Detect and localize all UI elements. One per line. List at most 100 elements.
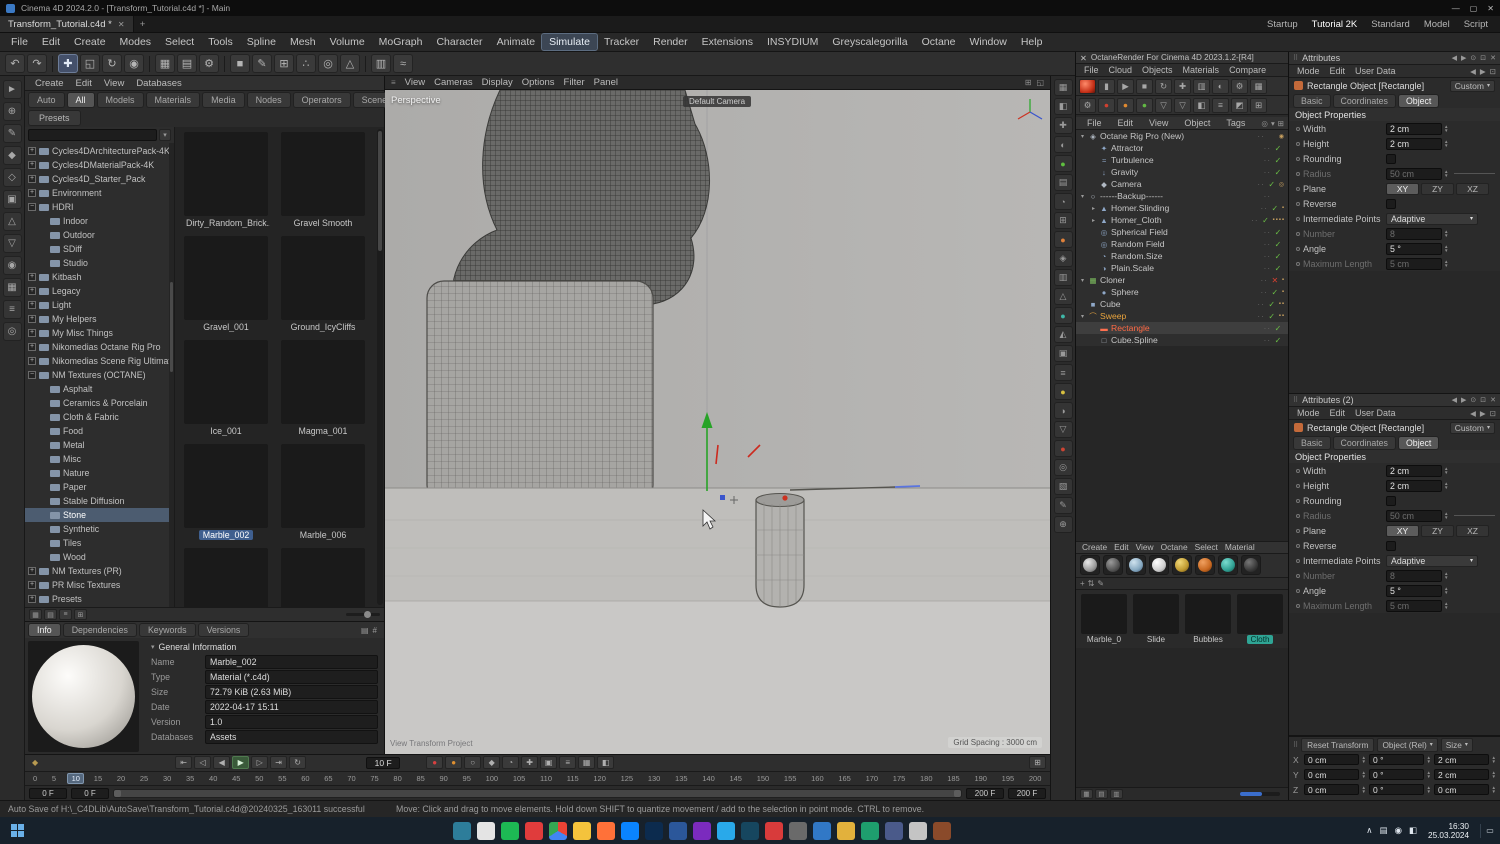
position-field[interactable]: 0 cm (1304, 784, 1359, 795)
object-menu-item[interactable]: File (1080, 116, 1109, 130)
object-expander-icon[interactable]: ▸ (1090, 205, 1097, 212)
visibility-dots[interactable]: ·· (1264, 252, 1271, 261)
side-tool-icon[interactable]: ≡ (1053, 364, 1073, 381)
enabled-check-icon[interactable]: ✓ (1273, 144, 1283, 153)
tree-item[interactable]: + Environment (25, 186, 174, 200)
tree-item[interactable]: + Cycles4DArchitecturePack-4K (25, 144, 174, 158)
info-tab[interactable]: Dependencies (62, 623, 137, 637)
visibility-dots[interactable]: ·· (1264, 240, 1271, 249)
start-button[interactable] (6, 820, 28, 842)
object-name[interactable]: Cloner (1100, 275, 1125, 285)
tree-item[interactable]: Tiles (25, 536, 174, 550)
menu-item[interactable]: Character (429, 34, 489, 50)
octane-menu-item[interactable]: Compare (1225, 64, 1270, 76)
mode-tool-icon[interactable]: △ (2, 212, 22, 231)
coords-size-dropdown[interactable]: Size ▾ (1440, 737, 1473, 752)
scene-material[interactable]: Cloth (1236, 593, 1284, 644)
panel-header-icon[interactable]: ✕ (1490, 54, 1496, 62)
value-field[interactable]: 5 ° (1386, 584, 1442, 597)
octane-tool-icon[interactable]: ● (1136, 97, 1153, 113)
expander-icon[interactable]: + (28, 161, 36, 169)
tree-scrollbar[interactable] (169, 143, 174, 607)
object-name[interactable]: Sweep (1100, 311, 1126, 321)
object-name[interactable]: Octane Rig Pro (New) (1100, 131, 1184, 141)
object-tag-icons[interactable]: ▪ (1282, 277, 1285, 283)
side-tool-icon[interactable]: ● (1053, 383, 1073, 400)
ground-plane[interactable] (385, 487, 1050, 754)
visibility-dots[interactable]: ·· (1264, 156, 1271, 165)
object-name[interactable]: ------Backup------ (1100, 191, 1163, 201)
reset-transform-button[interactable]: Reset Transform (1301, 737, 1375, 752)
octane-tool-icon[interactable]: ◧ (1193, 97, 1210, 113)
layout-tab[interactable]: Standard (1371, 19, 1410, 30)
enabled-check-icon[interactable]: ✓ (1270, 204, 1280, 213)
object-row[interactable]: ▾ ◈ Octane Rig Pro (New) ·· ◉ (1076, 130, 1288, 142)
object-name[interactable]: Random Field (1111, 239, 1165, 249)
octane-tool-icon[interactable]: ▦ (1250, 78, 1267, 94)
stepper-icon[interactable]: ▲ ▼ (1444, 481, 1448, 490)
viewport-menu-item[interactable]: Panel (594, 77, 618, 88)
object-name[interactable]: Cube.Spline (1111, 335, 1158, 345)
menu-item[interactable]: File (4, 34, 35, 50)
material-size-slider[interactable] (1240, 792, 1280, 796)
object-tag-icons[interactable]: ▪ (1282, 289, 1285, 295)
preview-start-field[interactable]: 0 F (71, 787, 109, 799)
object-menu-item[interactable]: View (1142, 116, 1175, 130)
menu-item[interactable]: Volume (323, 34, 372, 50)
info-value[interactable]: Assets (205, 729, 378, 744)
tree-item[interactable]: + Cycles4D_Starter_Pack (25, 172, 174, 186)
maximize-button[interactable]: ▢ (1470, 4, 1478, 13)
object-name[interactable]: Random.Size (1111, 251, 1163, 261)
size-field[interactable]: 2 cm (1434, 754, 1489, 765)
toolbar-icon[interactable]: ▤ (177, 54, 197, 73)
toolbar-icon[interactable]: ↶ (5, 54, 25, 73)
side-tool-icon[interactable]: ▥ (1053, 269, 1073, 286)
toolbar-icon[interactable]: ◉ (124, 54, 144, 73)
attributes-menu-item[interactable]: Edit (1326, 65, 1350, 77)
menu-item[interactable]: Animate (490, 34, 543, 50)
value-field[interactable]: 5 cm (1386, 257, 1442, 270)
material-thumbnail[interactable]: Marble_002 (182, 444, 270, 540)
new-tab-button[interactable]: + (134, 16, 152, 32)
taskbar-app-icon[interactable] (933, 821, 951, 840)
lock-icon[interactable]: ⊡ (1490, 409, 1496, 418)
stepper-icon[interactable]: ▲ ▼ (1444, 511, 1448, 520)
expander-icon[interactable]: + (28, 315, 36, 323)
layout-icon[interactable]: ◱ (1036, 78, 1044, 87)
attribute-tab[interactable]: Basic (1293, 435, 1331, 450)
octane-tool-icon[interactable]: ⚙ (1231, 78, 1248, 94)
octane-tool-icon[interactable]: ▥ (1193, 78, 1210, 94)
tree-item[interactable]: Outdoor (25, 228, 174, 242)
layout-tab[interactable]: Tutorial 2K (1312, 19, 1358, 30)
transport-button[interactable]: ▷ (251, 756, 269, 770)
expander-icon[interactable]: − (28, 371, 36, 379)
toolbar-icon[interactable]: ✎ (252, 54, 272, 73)
menu-item[interactable]: Extensions (695, 34, 760, 50)
stepper-icon[interactable]: ▲ ▼ (1362, 785, 1366, 794)
attributes-menu-item[interactable]: Mode (1293, 65, 1324, 77)
stepper-icon[interactable]: ▲ ▼ (1492, 770, 1496, 779)
object-name[interactable]: Plain.Scale (1111, 263, 1154, 273)
object-name[interactable]: Spherical Field (1111, 227, 1168, 237)
plane-button[interactable]: ZY (1421, 182, 1454, 195)
layout-tab[interactable]: Script (1464, 19, 1488, 30)
taskbar-app-icon[interactable] (693, 821, 711, 840)
taskbar-app-icon[interactable] (525, 821, 543, 840)
toolbar-icon[interactable]: ✚ (58, 54, 78, 73)
info-tab[interactable]: Info (28, 623, 61, 637)
octane-menu-item[interactable]: Materials (1179, 64, 1224, 76)
expander-icon[interactable]: + (28, 329, 36, 337)
view-mode-icon[interactable]: ▤ (1095, 789, 1108, 799)
view-mode-icon[interactable]: ▥ (1110, 789, 1123, 799)
slider-track[interactable] (1454, 173, 1495, 174)
tree-item[interactable]: + Nikomedias Scene Rig Ultimate (25, 354, 174, 368)
side-tool-icon[interactable]: ✚ (1053, 117, 1073, 134)
toolbar-icon[interactable]: ∴ (296, 54, 316, 73)
material-type-icon[interactable] (1080, 555, 1100, 576)
object-row[interactable]: ◎ Random Field ·· ✓ (1076, 238, 1288, 250)
browser-tab[interactable]: Nodes (246, 92, 291, 108)
range-slider[interactable] (113, 788, 962, 798)
checkbox[interactable] (1386, 495, 1396, 506)
visibility-dots[interactable]: ·· (1261, 288, 1268, 297)
visibility-dots[interactable]: ·· (1261, 276, 1268, 285)
